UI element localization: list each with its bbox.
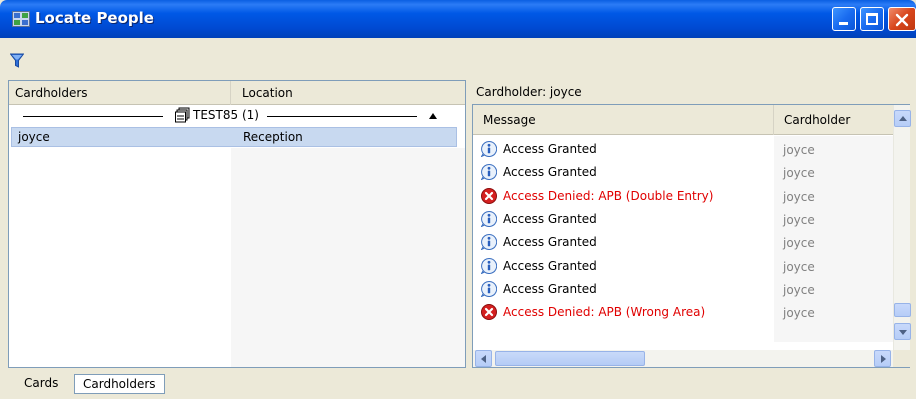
info-icon (481, 210, 497, 227)
info-icon (481, 164, 497, 181)
column-header-cardholders[interactable]: Cardholders (9, 81, 231, 105)
view-tabs: Cards Cardholders (0, 372, 916, 399)
cell-message: Access Granted (503, 142, 597, 156)
minimize-icon (839, 22, 848, 25)
vertical-scrollbar[interactable] (893, 105, 911, 350)
cell-cardholder: joyce (783, 236, 815, 251)
filter-funnel-icon[interactable] (10, 53, 24, 69)
table-row[interactable]: Access Granted joyce (473, 138, 893, 161)
maximize-button[interactable] (860, 7, 884, 31)
table-row[interactable]: Access Granted joyce (473, 161, 893, 184)
scroll-down-button[interactable] (894, 323, 911, 340)
sort-ascending-icon[interactable] (429, 113, 437, 119)
info-icon (481, 141, 497, 157)
cell-cardholder: joyce (783, 212, 815, 227)
close-icon (895, 13, 909, 27)
scroll-left-button[interactable] (475, 350, 492, 367)
chevron-up-icon (899, 116, 907, 121)
cell-message: Access Granted (503, 258, 597, 273)
cell-cardholder: joyce (783, 306, 815, 321)
event-log-grid: Message Cardholder Access Granted joyce Ac… (472, 104, 911, 368)
chevron-down-icon (899, 330, 907, 335)
group-divider-left (23, 116, 163, 117)
table-row[interactable]: Access Granted joyce (473, 208, 893, 231)
tab-cardholders[interactable]: Cardholders (74, 374, 165, 394)
cell-message: Access Denied: APB (Double Entry) (503, 188, 714, 203)
window-title: Locate People (35, 9, 154, 27)
scroll-up-button[interactable] (894, 110, 911, 127)
group-row-test85[interactable]: TEST85 (1) (9, 106, 465, 126)
group-divider-right (267, 116, 417, 117)
cell-message: Access Granted (503, 281, 597, 296)
cardholders-grid: Cardholders Location TEST85 (1) joyce Re… (8, 80, 466, 368)
cell-cardholder: joyce (783, 259, 815, 274)
info-icon (481, 280, 497, 297)
column-header-location[interactable]: Location (231, 81, 465, 105)
table-row[interactable]: Access Denied: APB (Wrong Area) joyce (473, 301, 893, 324)
scrollbar-corner (893, 350, 910, 367)
location-column-background (231, 148, 465, 367)
title-bar[interactable]: Locate People (0, 0, 916, 38)
chevron-left-icon (481, 355, 486, 363)
cell-cardholder: joyce (783, 282, 815, 297)
error-icon (481, 187, 497, 204)
cell-location: Reception (243, 130, 303, 144)
cell-cardholder: joyce (783, 166, 815, 181)
maximize-icon (866, 13, 878, 25)
toolbar (0, 38, 916, 74)
server-group-icon (175, 107, 190, 123)
scroll-right-button[interactable] (874, 350, 891, 367)
column-header-message[interactable]: Message (473, 105, 774, 135)
table-row[interactable]: Access Granted joyce (473, 278, 893, 301)
horizontal-scroll-thumb[interactable] (495, 351, 645, 366)
info-icon (481, 234, 497, 251)
cardholder-panel-label: Cardholder: joyce (476, 85, 582, 99)
people-app-icon (12, 11, 30, 27)
cell-cardholder: joyce (783, 189, 815, 204)
info-icon (481, 257, 497, 274)
cell-cardholder: joyce (18, 130, 50, 144)
scroll-thumb[interactable] (894, 303, 911, 317)
column-header-cardholder[interactable]: Cardholder (774, 105, 893, 135)
table-row[interactable]: Access Denied: APB (Double Entry) joyce (473, 185, 893, 208)
close-button[interactable] (888, 7, 916, 31)
cell-cardholder: joyce (783, 143, 815, 157)
cell-message: Access Denied: APB (Wrong Area) (503, 305, 706, 320)
log-grid-header: Message Cardholder (473, 105, 893, 135)
table-row[interactable]: Access Granted joyce (473, 231, 893, 254)
minimize-button[interactable] (832, 7, 856, 31)
error-icon (481, 304, 497, 321)
table-row[interactable]: Access Granted joyce (473, 255, 893, 278)
cell-message: Access Granted (503, 165, 597, 180)
cell-message: Access Granted (503, 211, 597, 226)
tab-cards[interactable]: Cards (16, 374, 66, 394)
group-label: TEST85 (1) (193, 108, 259, 122)
cell-message: Access Granted (503, 235, 597, 250)
chevron-right-icon (881, 355, 886, 363)
grid-header: Cardholders Location (9, 81, 465, 105)
table-row[interactable]: joyce Reception (11, 127, 457, 147)
horizontal-scrollbar[interactable] (473, 350, 893, 367)
